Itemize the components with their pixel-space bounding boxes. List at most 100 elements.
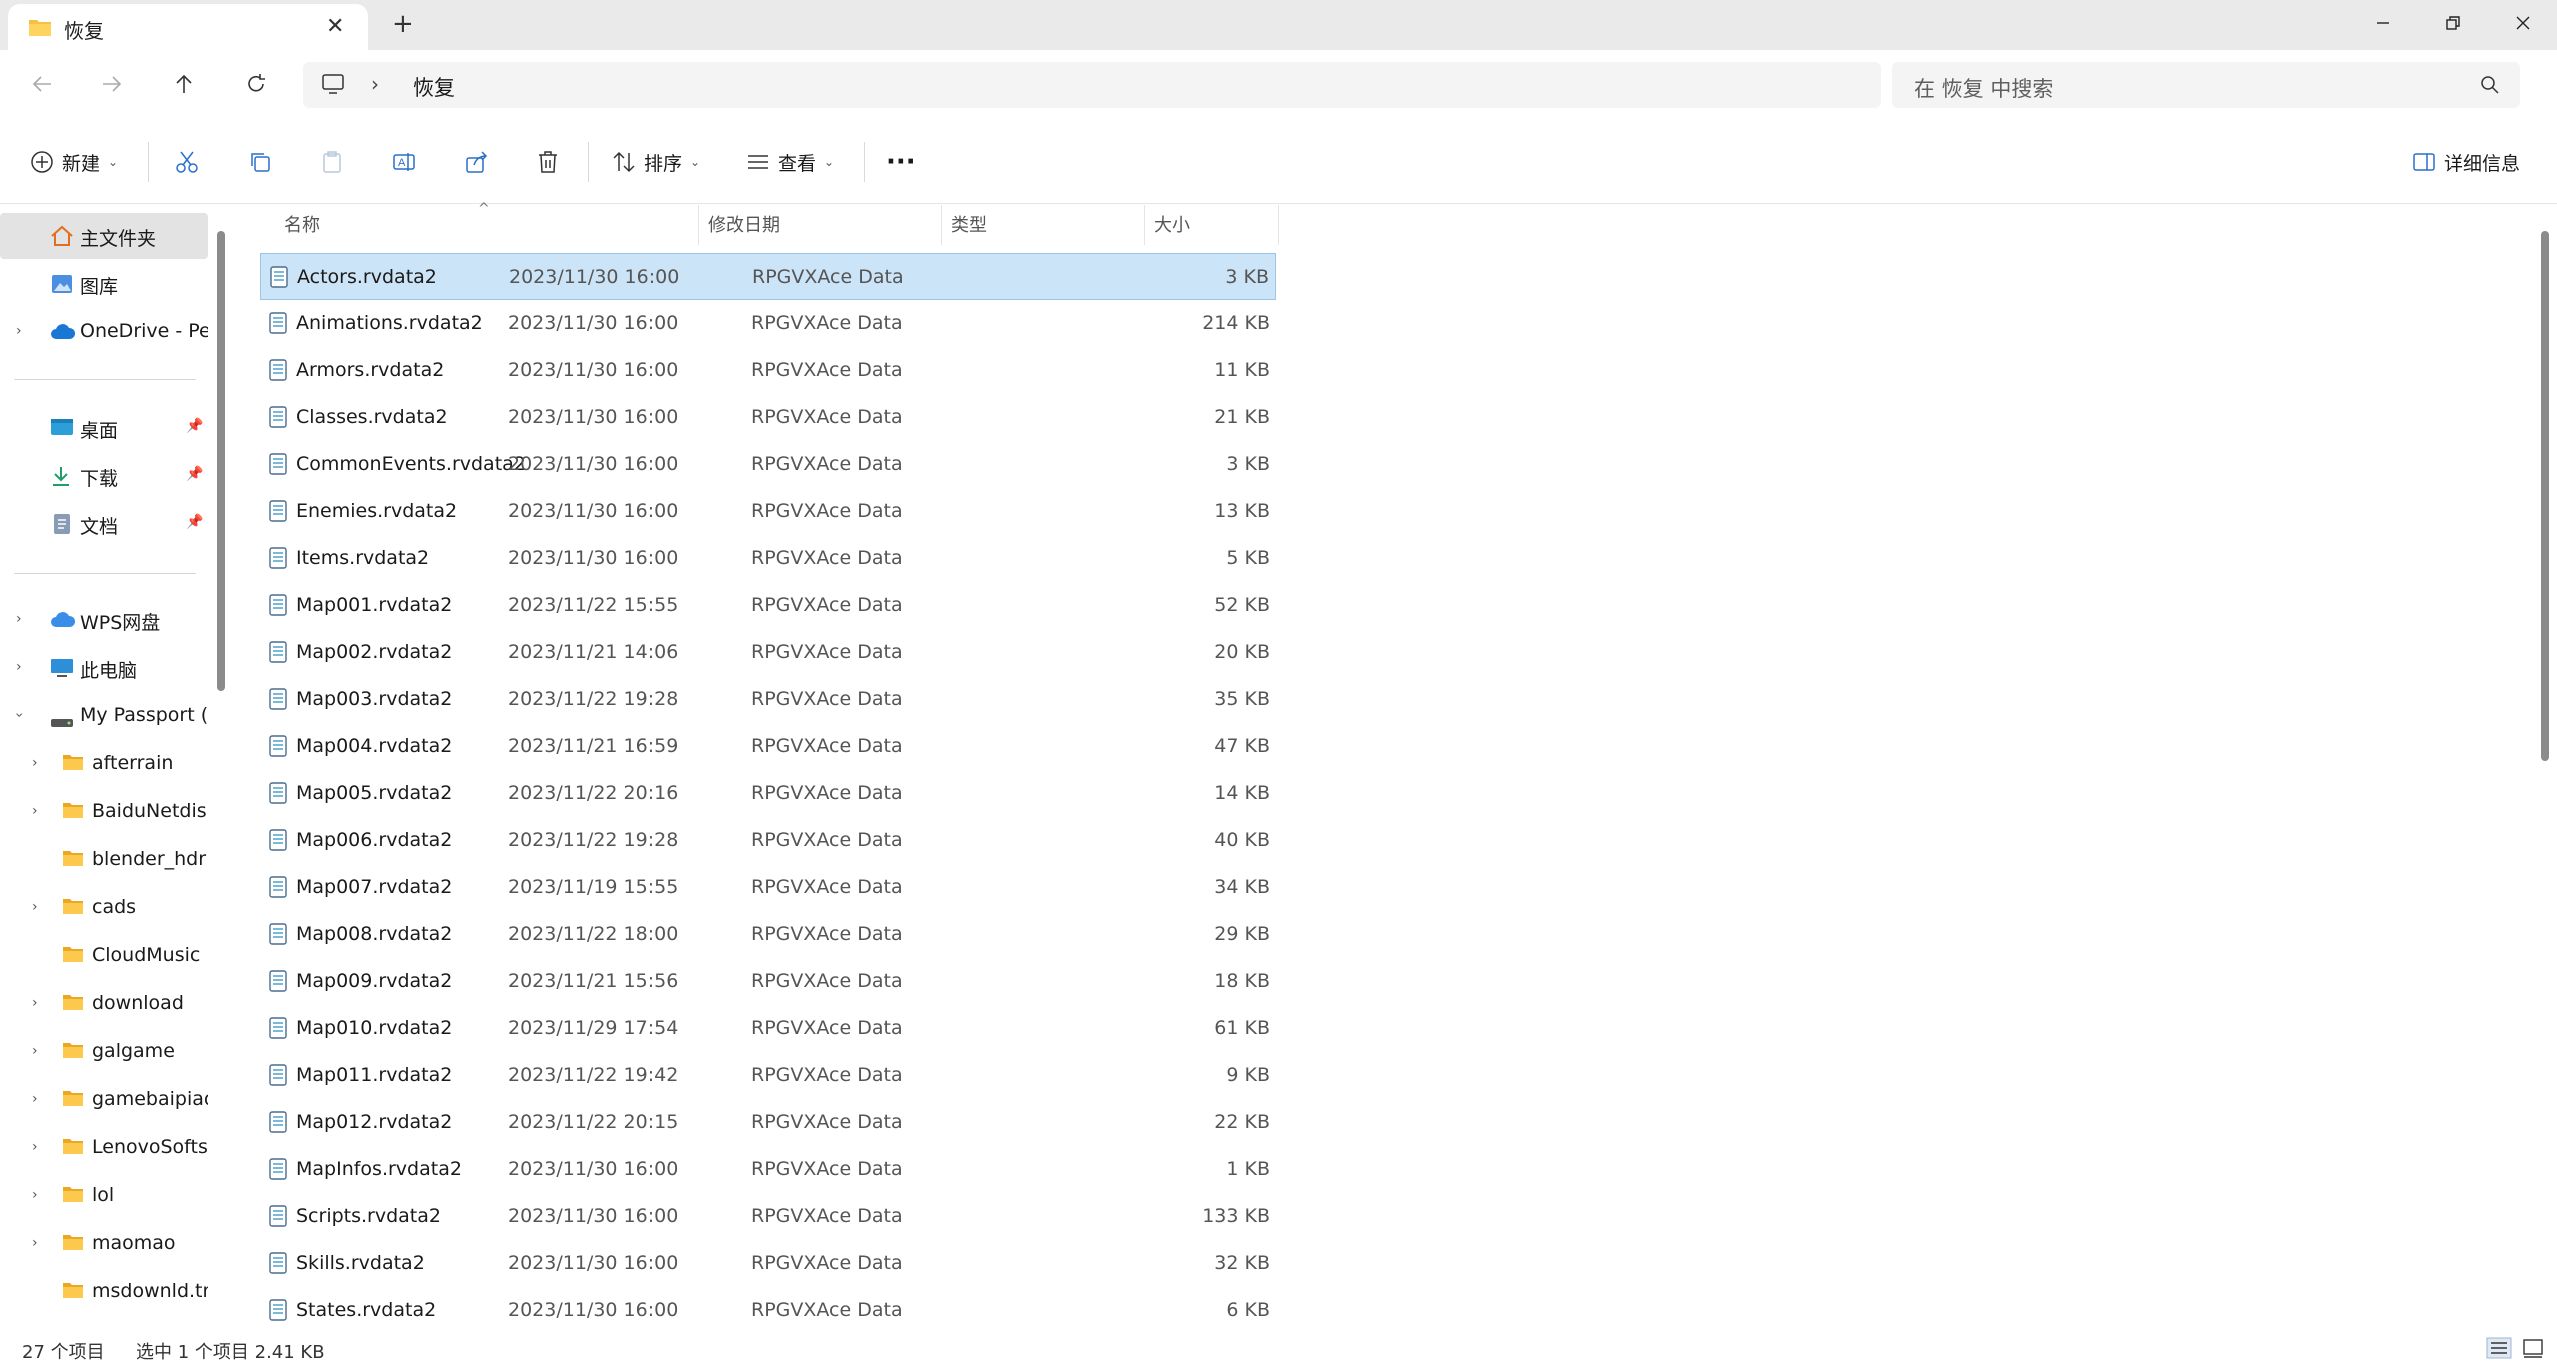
sidebar-item-folder[interactable]: › BaiduNetdisk bbox=[0, 789, 208, 835]
chevron-right-icon[interactable]: › bbox=[16, 611, 22, 627]
table-row[interactable]: Map007.rvdata2 2023/11/19 15:55 RPGVXAce D… bbox=[260, 864, 1276, 911]
chevron-right-icon[interactable]: › bbox=[32, 755, 38, 771]
table-row[interactable]: Armors.rvdata2 2023/11/30 16:00 RPGVXAce D… bbox=[260, 347, 1276, 394]
search-box[interactable]: 在 恢复 中搜索 bbox=[1892, 62, 2520, 108]
sidebar-item-desktop[interactable]: 桌面 📌 bbox=[0, 405, 208, 451]
sidebar-item-folder[interactable]: CloudMusic bbox=[0, 933, 208, 979]
share-button[interactable] bbox=[465, 140, 489, 184]
table-row[interactable]: Map005.rvdata2 2023/11/22 20:16 RPGVXAce D… bbox=[260, 770, 1276, 817]
column-header-date[interactable]: 修改日期 bbox=[708, 205, 780, 243]
details-view-button[interactable] bbox=[2486, 1337, 2512, 1363]
chevron-right-icon[interactable]: › bbox=[32, 1043, 38, 1059]
column-header-type[interactable]: 类型 bbox=[951, 205, 987, 243]
rename-button[interactable]: A bbox=[392, 140, 416, 184]
search-icon[interactable] bbox=[2480, 75, 2500, 100]
pin-icon[interactable]: 📌 bbox=[186, 514, 203, 530]
tiles-view-button[interactable] bbox=[2522, 1337, 2544, 1363]
chevron-right-icon[interactable]: › bbox=[16, 659, 22, 675]
sidebar-item-folder[interactable]: › cads bbox=[0, 885, 208, 931]
minimize-button[interactable] bbox=[2348, 0, 2418, 46]
sidebar-item-folder[interactable]: › galgame bbox=[0, 1029, 208, 1075]
table-row[interactable]: Map004.rvdata2 2023/11/21 16:59 RPGVXAce D… bbox=[260, 723, 1276, 770]
chevron-right-icon[interactable]: › bbox=[32, 995, 38, 1011]
table-row[interactable]: Items.rvdata2 2023/11/30 16:00 RPGVXAce Da… bbox=[260, 535, 1276, 582]
table-row[interactable]: CommonEvents.rvdata2 2023/11/30 16:00 RPGV… bbox=[260, 441, 1276, 488]
back-button[interactable] bbox=[22, 64, 62, 104]
column-header-size[interactable]: 大小 bbox=[1154, 205, 1190, 243]
search-input[interactable]: 在 恢复 中搜索 bbox=[1914, 73, 2053, 103]
sidebar-item-documents[interactable]: 文档 📌 bbox=[0, 501, 208, 547]
table-row[interactable]: Classes.rvdata2 2023/11/30 16:00 RPGVXAce … bbox=[260, 394, 1276, 441]
sidebar-item-home[interactable]: 主文件夹 bbox=[0, 213, 208, 259]
active-tab[interactable]: 恢复 ✕ bbox=[8, 4, 368, 50]
forward-button[interactable] bbox=[92, 64, 132, 104]
column-header-name[interactable]: 名称 bbox=[284, 205, 320, 243]
column-divider[interactable] bbox=[1278, 205, 1279, 245]
table-row[interactable]: Map012.rvdata2 2023/11/22 20:15 RPGVXAce D… bbox=[260, 1099, 1276, 1146]
sidebar-item-downloads[interactable]: 下载 📌 bbox=[0, 453, 208, 499]
sidebar-item-folder[interactable]: › download bbox=[0, 981, 208, 1027]
new-button[interactable]: 新建 ⌄ bbox=[30, 140, 118, 184]
chevron-right-icon[interactable]: › bbox=[32, 1187, 38, 1203]
table-row[interactable]: States.rvdata2 2023/11/30 16:00 RPGVXAce D… bbox=[260, 1287, 1276, 1334]
sidebar-item-thispc[interactable]: › 此电脑 bbox=[0, 645, 208, 691]
sidebar-item-folder[interactable]: › lol bbox=[0, 1173, 208, 1219]
scrollbar-thumb[interactable] bbox=[217, 231, 225, 691]
chevron-right-icon[interactable]: › bbox=[16, 323, 22, 339]
breadcrumb-current[interactable]: 恢复 bbox=[413, 72, 455, 102]
sidebar-item-folder[interactable]: › maomao bbox=[0, 1221, 208, 1267]
table-row[interactable]: Map001.rvdata2 2023/11/22 15:55 RPGVXAce D… bbox=[260, 582, 1276, 629]
cut-button[interactable] bbox=[175, 140, 199, 184]
pin-icon[interactable]: 📌 bbox=[186, 466, 203, 482]
sidebar-item-folder[interactable]: blender_hdr bbox=[0, 837, 208, 883]
more-options-button[interactable]: ··· bbox=[886, 140, 916, 184]
address-bar[interactable]: › 恢复 bbox=[303, 62, 1881, 108]
paste-button[interactable] bbox=[320, 140, 344, 184]
sort-button[interactable]: 排序 ⌄ bbox=[612, 140, 700, 184]
chevron-right-icon[interactable]: › bbox=[32, 803, 38, 819]
pin-icon[interactable]: 📌 bbox=[186, 418, 203, 434]
delete-button[interactable] bbox=[536, 140, 560, 184]
table-row[interactable]: Map006.rvdata2 2023/11/22 19:28 RPGVXAce D… bbox=[260, 817, 1276, 864]
sidebar-scrollbar[interactable] bbox=[214, 205, 228, 1330]
table-row[interactable]: Map008.rvdata2 2023/11/22 18:00 RPGVXAce D… bbox=[260, 911, 1276, 958]
table-row[interactable]: Map011.rvdata2 2023/11/22 19:42 RPGVXAce D… bbox=[260, 1052, 1276, 1099]
sidebar-item-folder[interactable]: msdownld.tm bbox=[0, 1269, 208, 1315]
restore-button[interactable] bbox=[2418, 0, 2488, 46]
sidebar-item-passport[interactable]: › My Passport (E bbox=[0, 693, 208, 739]
table-row[interactable]: Map010.rvdata2 2023/11/29 17:54 RPGVXAce D… bbox=[260, 1005, 1276, 1052]
chevron-right-icon[interactable]: › bbox=[32, 899, 38, 915]
table-row[interactable]: MapInfos.rvdata2 2023/11/30 16:00 RPGVXAce… bbox=[260, 1146, 1276, 1193]
chevron-right-icon[interactable]: › bbox=[32, 1139, 38, 1155]
view-button[interactable]: 查看 ⌄ bbox=[746, 140, 834, 184]
new-tab-button[interactable]: + bbox=[392, 9, 414, 39]
scrollbar-thumb[interactable] bbox=[2541, 231, 2549, 761]
table-row[interactable]: Map003.rvdata2 2023/11/22 19:28 RPGVXAce D… bbox=[260, 676, 1276, 723]
chevron-right-icon[interactable]: › bbox=[371, 72, 379, 96]
table-row[interactable]: Actors.rvdata2 2023/11/30 16:00 RPGVXAce D… bbox=[260, 253, 1276, 300]
sidebar-item-folder[interactable]: › gamebaipiao bbox=[0, 1077, 208, 1123]
sidebar-item-folder[interactable]: › LenovoSoftsto bbox=[0, 1125, 208, 1171]
refresh-button[interactable] bbox=[236, 64, 276, 104]
details-pane-button[interactable]: 详细信息 bbox=[2412, 140, 2520, 184]
table-row[interactable]: Skills.rvdata2 2023/11/30 16:00 RPGVXAce D… bbox=[260, 1240, 1276, 1287]
table-row[interactable]: Map002.rvdata2 2023/11/21 14:06 RPGVXAce D… bbox=[260, 629, 1276, 676]
chevron-down-icon[interactable]: › bbox=[11, 712, 27, 718]
table-row[interactable]: Enemies.rvdata2 2023/11/30 16:00 RPGVXAce … bbox=[260, 488, 1276, 535]
close-window-button[interactable] bbox=[2488, 0, 2557, 46]
chevron-right-icon[interactable]: › bbox=[32, 1235, 38, 1251]
sidebar-item-gallery[interactable]: 图库 bbox=[0, 261, 208, 307]
sidebar-item-wps[interactable]: › WPS网盘 bbox=[0, 597, 208, 643]
table-row[interactable]: Animations.rvdata2 2023/11/30 16:00 RPGVXA… bbox=[260, 300, 1276, 347]
table-row[interactable]: Scripts.rvdata2 2023/11/30 16:00 RPGVXAce … bbox=[260, 1193, 1276, 1240]
sidebar-item-onedrive[interactable]: › OneDrive - Per bbox=[0, 309, 208, 355]
copy-button[interactable] bbox=[248, 140, 272, 184]
file-list-scrollbar[interactable] bbox=[2538, 205, 2552, 1335]
column-divider[interactable] bbox=[1144, 205, 1145, 245]
sidebar-item-folder[interactable]: › afterrain bbox=[0, 741, 208, 787]
chevron-right-icon[interactable]: › bbox=[32, 1091, 38, 1107]
column-divider[interactable] bbox=[698, 205, 699, 245]
column-divider[interactable] bbox=[941, 205, 942, 245]
table-row[interactable]: Map009.rvdata2 2023/11/21 15:56 RPGVXAce D… bbox=[260, 958, 1276, 1005]
up-button[interactable] bbox=[164, 64, 204, 104]
